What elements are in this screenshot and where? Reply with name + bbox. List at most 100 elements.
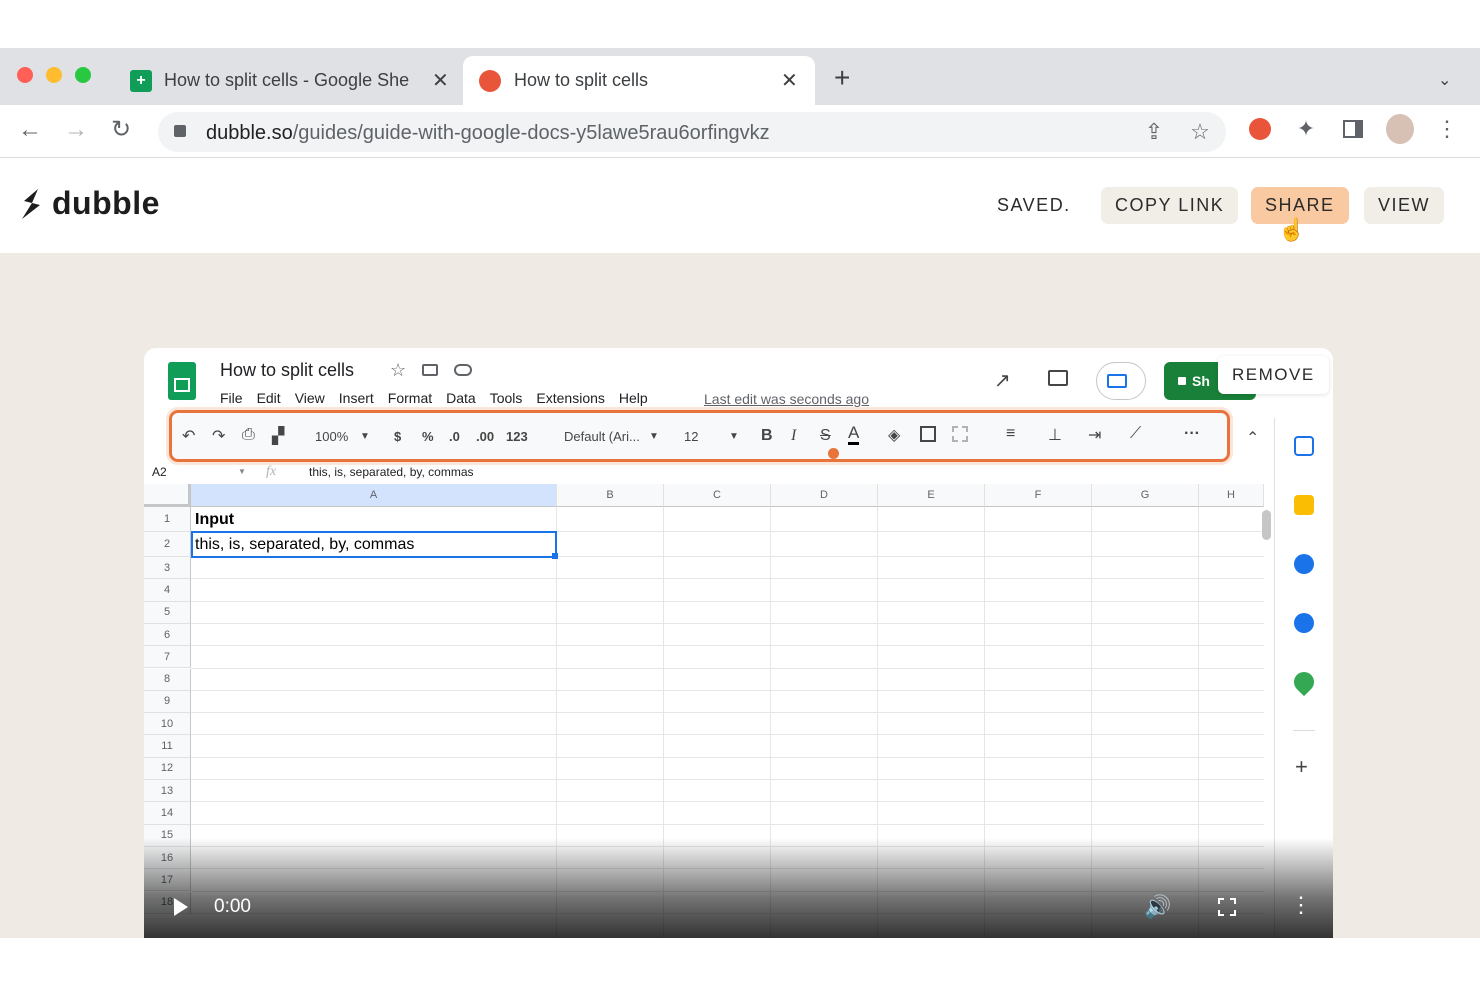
chevron-up-icon[interactable]: ⌃ bbox=[1246, 428, 1259, 448]
name-box[interactable]: A2 bbox=[152, 465, 167, 479]
row-header-1[interactable]: 1 bbox=[144, 507, 191, 532]
minimize-window-button[interactable] bbox=[46, 67, 62, 83]
column-header-a[interactable]: A bbox=[191, 484, 557, 507]
guide-step-video[interactable]: How to split cells ☆ File Edit View Inse… bbox=[144, 348, 1333, 938]
row-header-7[interactable]: 7 bbox=[144, 646, 191, 669]
tasks-icon[interactable] bbox=[1294, 554, 1314, 574]
star-icon[interactable]: ☆ bbox=[390, 360, 406, 381]
volume-icon[interactable]: 🔊 bbox=[1144, 894, 1171, 920]
row-header-9[interactable]: 9 bbox=[144, 690, 191, 714]
extensions-puzzle-icon[interactable]: ✦ bbox=[1292, 115, 1320, 143]
select-all-corner[interactable] bbox=[144, 484, 191, 507]
column-header-d[interactable]: D bbox=[771, 484, 878, 507]
chevron-down-icon[interactable]: ⌄ bbox=[1438, 70, 1451, 90]
menu-format[interactable]: Format bbox=[388, 390, 432, 406]
row-header-6[interactable]: 6 bbox=[144, 623, 191, 647]
increase-decimal-button[interactable]: .00 bbox=[476, 429, 494, 444]
keep-icon[interactable] bbox=[1294, 495, 1314, 515]
undo-icon[interactable]: ↶ bbox=[182, 426, 195, 446]
menu-extensions[interactable]: Extensions bbox=[536, 390, 604, 406]
row-header-12[interactable]: 12 bbox=[144, 757, 191, 780]
menu-edit[interactable]: Edit bbox=[257, 390, 281, 406]
add-addon-icon[interactable]: + bbox=[1295, 754, 1308, 780]
row-header-8[interactable]: 8 bbox=[144, 668, 191, 691]
trend-chart-icon[interactable]: ↗ bbox=[994, 368, 1011, 393]
chevron-down-icon[interactable]: ▼ bbox=[360, 431, 370, 442]
chevron-down-icon[interactable]: ▼ bbox=[729, 431, 739, 442]
row-header-10[interactable]: 10 bbox=[144, 713, 191, 736]
reload-icon[interactable]: ↻ bbox=[111, 117, 131, 143]
selected-cell-a2[interactable] bbox=[191, 531, 557, 558]
currency-button[interactable]: $ bbox=[394, 429, 401, 444]
calendar-icon[interactable] bbox=[1294, 436, 1314, 456]
bold-button[interactable]: B bbox=[761, 427, 773, 445]
copy-link-button[interactable]: COPY LINK bbox=[1101, 187, 1239, 224]
column-header-h[interactable]: H bbox=[1199, 484, 1264, 507]
more-options-button[interactable]: ··· bbox=[1184, 425, 1200, 443]
row-header-11[interactable]: 11 bbox=[144, 735, 191, 758]
strikethrough-button[interactable]: S bbox=[820, 427, 831, 445]
video-menu-icon[interactable]: ⋮ bbox=[1290, 892, 1312, 918]
menu-file[interactable]: File bbox=[220, 390, 243, 406]
align-left-icon[interactable]: ≡ bbox=[1006, 425, 1015, 443]
font-size-select[interactable]: 12 bbox=[684, 429, 698, 444]
remove-button[interactable]: REMOVE bbox=[1218, 356, 1329, 394]
cell-a1[interactable]: Input bbox=[195, 511, 234, 529]
close-tab-icon[interactable]: ✕ bbox=[432, 68, 449, 93]
vertical-scrollbar[interactable] bbox=[1262, 510, 1271, 540]
chevron-down-icon[interactable]: ▼ bbox=[238, 467, 246, 476]
column-header-b[interactable]: B bbox=[557, 484, 664, 507]
sheet-title[interactable]: How to split cells bbox=[220, 360, 354, 381]
borders-icon[interactable] bbox=[920, 426, 936, 442]
text-wrap-icon[interactable]: ⇥ bbox=[1088, 425, 1101, 445]
print-icon[interactable]: ⎙ bbox=[242, 426, 255, 444]
percent-button[interactable]: % bbox=[422, 429, 434, 444]
close-window-button[interactable] bbox=[17, 67, 33, 83]
merge-cells-icon[interactable] bbox=[952, 426, 968, 442]
column-header-f[interactable]: F bbox=[985, 484, 1092, 507]
text-rotate-icon[interactable]: ⟋ bbox=[1130, 425, 1141, 443]
row-header-14[interactable]: 14 bbox=[144, 802, 191, 825]
row-header-13[interactable]: 13 bbox=[144, 780, 191, 803]
comment-icon[interactable] bbox=[1048, 370, 1068, 386]
side-panel-icon[interactable] bbox=[1339, 115, 1367, 143]
text-color-button[interactable]: A bbox=[848, 424, 860, 445]
row-header-5[interactable]: 5 bbox=[144, 601, 191, 624]
chevron-down-icon[interactable]: ▼ bbox=[649, 431, 659, 442]
profile-avatar[interactable] bbox=[1386, 114, 1414, 144]
decrease-decimal-button[interactable]: .0 bbox=[449, 429, 460, 444]
menu-data[interactable]: Data bbox=[446, 390, 476, 406]
paint-format-icon[interactable]: ▞ bbox=[272, 426, 284, 446]
tab-dubble[interactable]: How to split cells ✕ bbox=[463, 56, 815, 105]
bookmark-star-icon[interactable]: ☆ bbox=[1186, 118, 1214, 146]
close-tab-icon[interactable]: ✕ bbox=[781, 68, 798, 93]
move-folder-icon[interactable] bbox=[422, 364, 438, 376]
fill-handle[interactable] bbox=[552, 553, 558, 559]
maximize-window-button[interactable] bbox=[75, 67, 91, 83]
menu-insert[interactable]: Insert bbox=[339, 390, 374, 406]
vertical-align-icon[interactable]: ⊥ bbox=[1048, 425, 1062, 445]
new-tab-button[interactable]: + bbox=[834, 64, 850, 92]
browser-menu-icon[interactable]: ⋮ bbox=[1433, 115, 1461, 143]
maps-icon[interactable] bbox=[1289, 667, 1319, 697]
dubble-logo[interactable]: dubble bbox=[18, 185, 160, 222]
share-page-icon[interactable]: ⇪ bbox=[1140, 118, 1168, 146]
last-edit-link[interactable]: Last edit was seconds ago bbox=[704, 391, 869, 407]
fullscreen-icon[interactable] bbox=[1218, 898, 1236, 916]
forward-arrow-icon[interactable]: → bbox=[64, 117, 88, 143]
italic-button[interactable]: I bbox=[791, 427, 796, 445]
column-header-c[interactable]: C bbox=[664, 484, 771, 507]
formula-input[interactable]: this, is, separated, by, commas bbox=[309, 465, 474, 479]
column-header-e[interactable]: E bbox=[878, 484, 985, 507]
fill-color-icon[interactable]: ◈ bbox=[888, 425, 900, 445]
play-icon[interactable] bbox=[174, 898, 188, 916]
menu-view[interactable]: View bbox=[295, 390, 325, 406]
present-button[interactable] bbox=[1096, 362, 1146, 400]
row-header-4[interactable]: 4 bbox=[144, 579, 191, 602]
tab-google-sheets[interactable]: + How to split cells - Google She ✕ bbox=[118, 56, 458, 105]
redo-icon[interactable]: ↷ bbox=[212, 426, 225, 446]
zoom-select[interactable]: 100% bbox=[315, 429, 348, 444]
font-select[interactable]: Default (Ari... bbox=[564, 429, 640, 444]
row-header-2[interactable]: 2 bbox=[144, 532, 191, 557]
menu-tools[interactable]: Tools bbox=[490, 390, 523, 406]
